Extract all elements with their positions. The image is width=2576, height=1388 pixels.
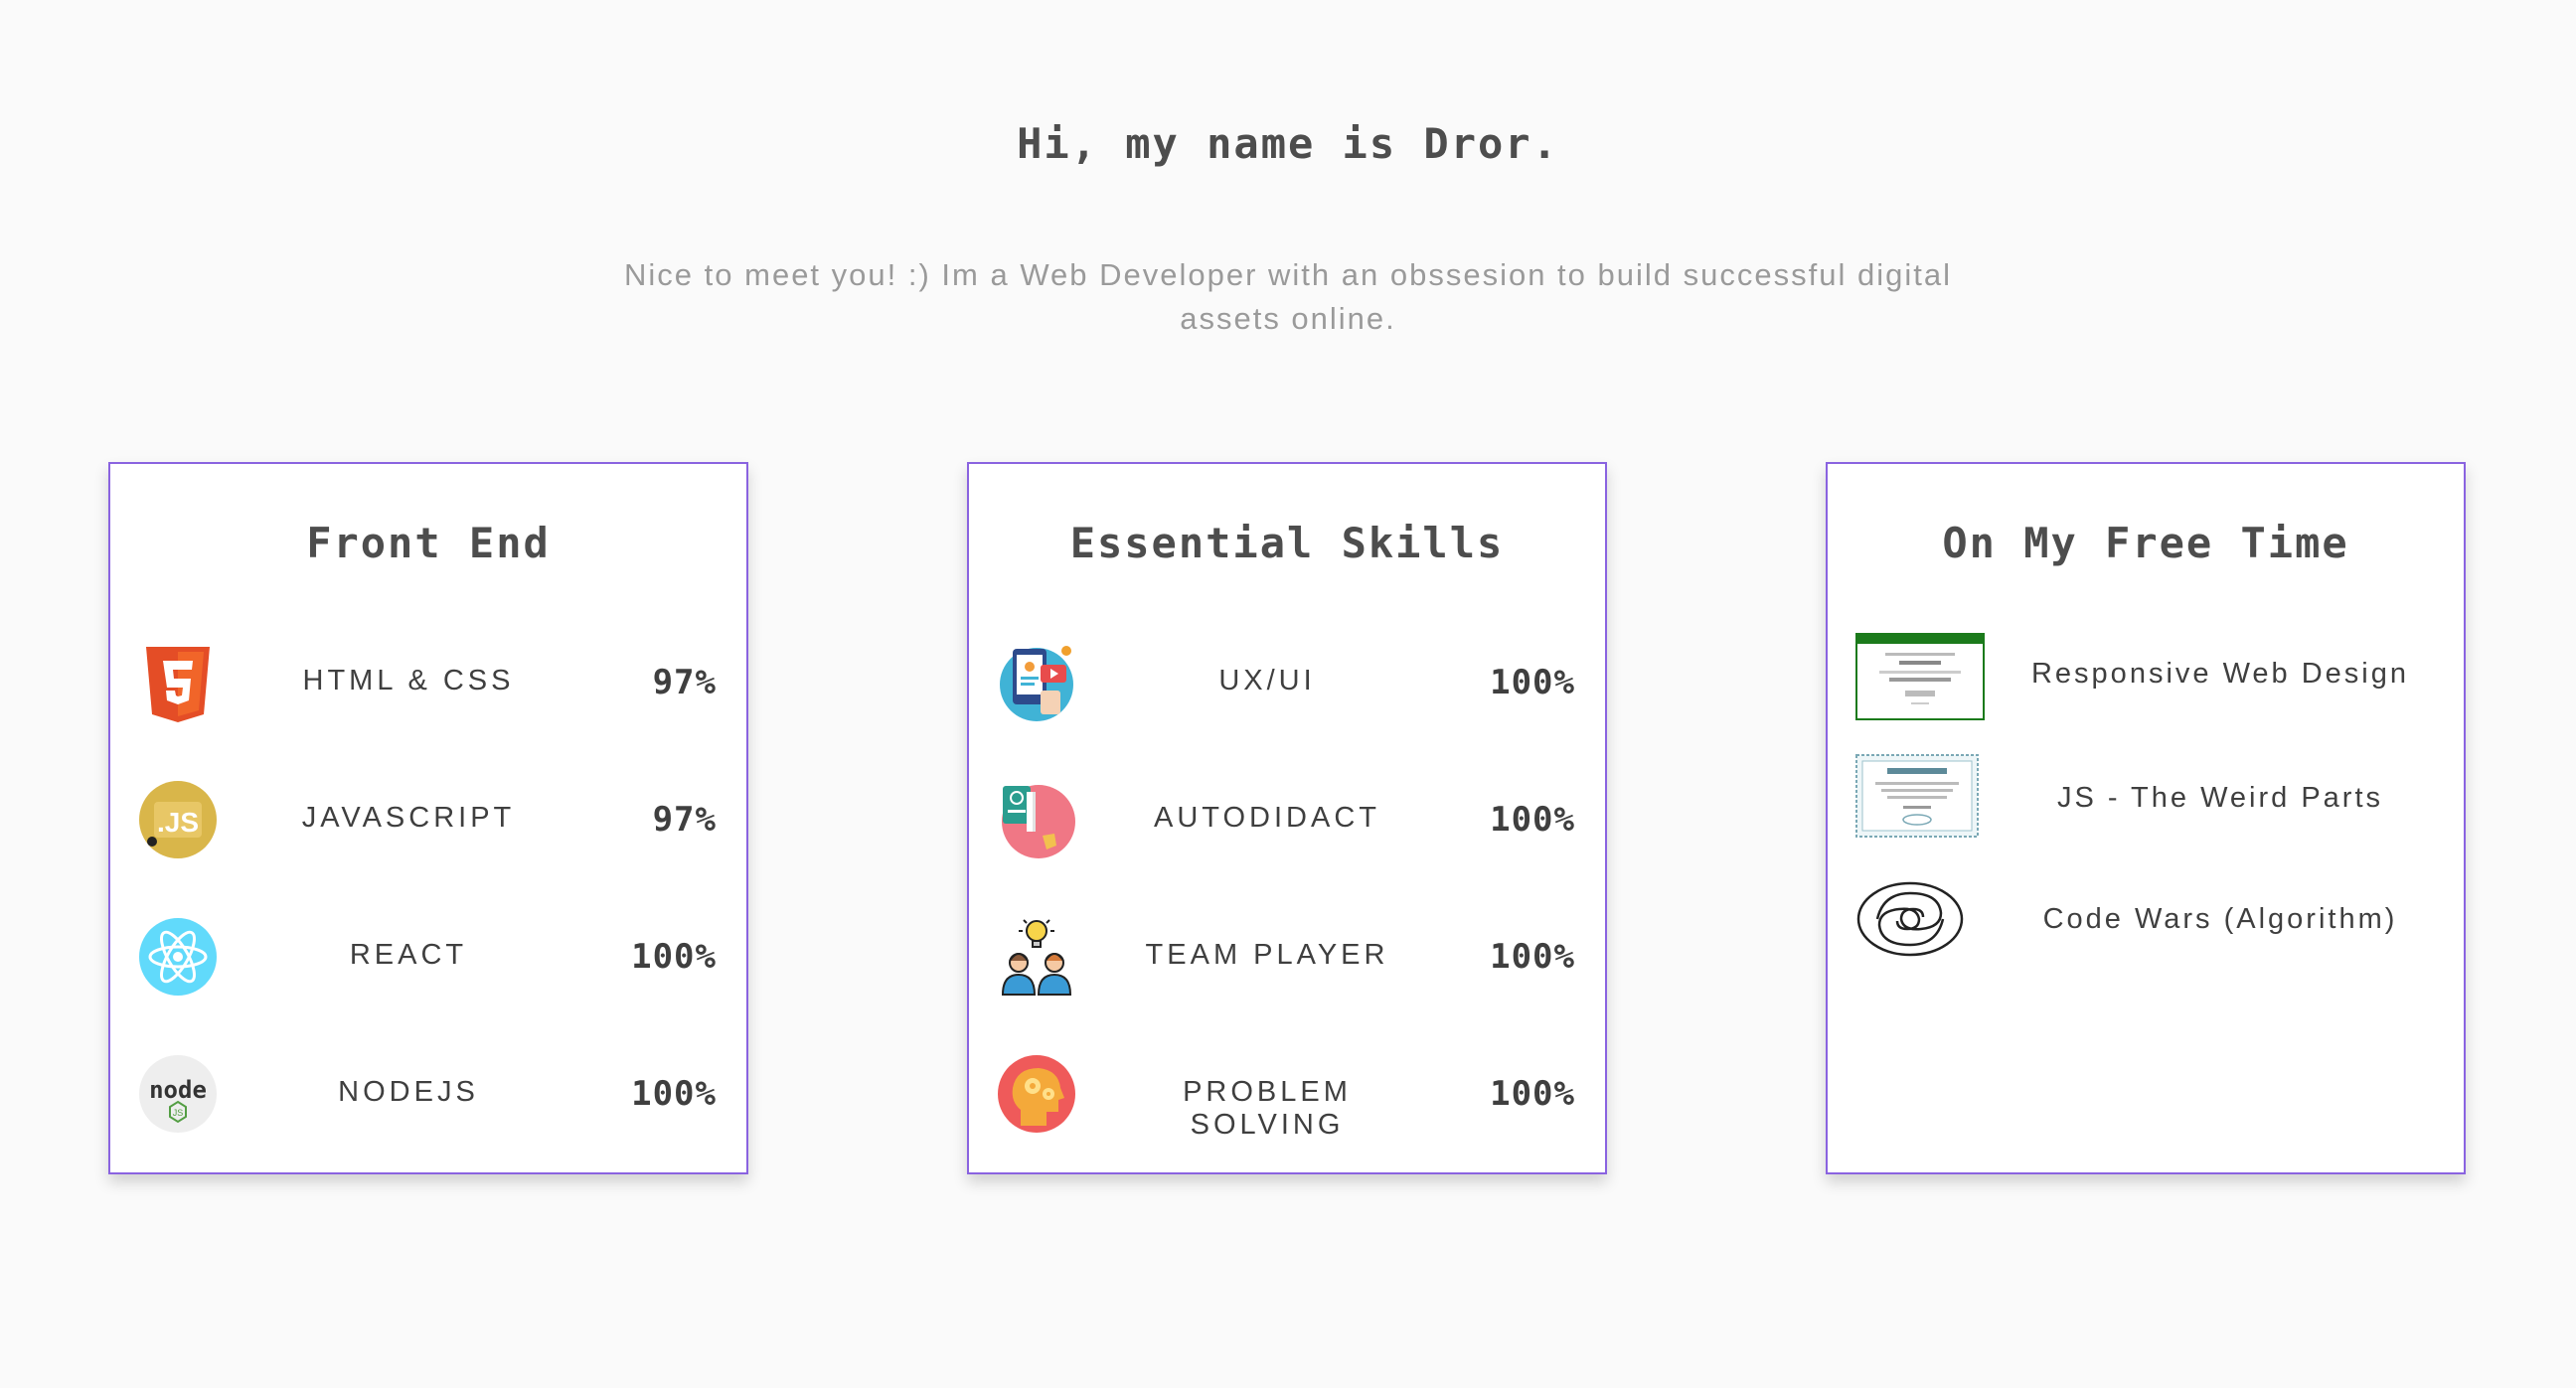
skill-percent: 100% [1490,1074,1575,1114]
front-end-card: Front End HTML & CSS 97% .JS JAVASCRIPT … [108,462,748,1174]
svg-text:node: node [149,1076,207,1104]
skill-row-html-css: HTML & CSS 97% [110,633,746,732]
skill-label: TEAM PLAYER [1145,939,1389,971]
autodidact-icon [997,780,1076,859]
skill-percent: 97% [652,800,717,840]
skill-row-javascript: .JS JAVASCRIPT 97% [110,770,746,869]
page-title: Hi, my name is Dror. [1017,119,1559,168]
skill-percent: 100% [1490,663,1575,702]
codewars-logo-icon [1855,879,1985,959]
ux-ui-icon [997,643,1076,722]
skill-row-ux-ui: UX/UI 100% [969,633,1605,732]
skill-percent: 100% [1490,937,1575,977]
nodejs-icon: node JS [138,1054,218,1134]
free-item-responsive-web-design[interactable]: Responsive Web Design [1828,628,2464,727]
page-subtitle: Nice to meet you! :) Im a Web Developer … [624,257,1952,336]
skill-percent: 100% [1490,800,1575,840]
card-title: Essential Skills [1069,519,1505,567]
skill-row-team-player: TEAM PLAYER 100% [969,907,1605,1006]
skill-label: NODEJS [338,1076,479,1108]
free-item-code-wars[interactable]: Code Wars (Algorithm) [1828,879,2464,979]
team-player-icon [997,917,1076,997]
free-item-js-weird-parts[interactable]: JS - The Weird Parts [1828,752,2464,851]
skill-row-nodejs: node JS NODEJS 100% [110,1044,746,1144]
skill-row-react: REACT 100% [110,907,746,1006]
skill-label: UX/UI [1218,665,1316,696]
free-time-card: On My Free Time Responsive Web Design JS… [1826,462,2466,1174]
javascript-icon: .JS [138,780,218,859]
certificate-thumbnail [1855,754,1985,838]
skill-percent: 100% [631,937,717,977]
react-icon [138,917,218,997]
svg-text:JS: JS [173,1108,184,1118]
essential-skills-card: Essential Skills UX/UI 100% AUTODIDACT 1… [967,462,1607,1174]
skill-label: PROBLEM SOLVING [1183,1076,1352,1141]
free-item-label: Code Wars (Algorithm) [2042,903,2398,935]
html5-icon [138,643,218,722]
skill-label: HTML & CSS [302,665,515,696]
skill-label: AUTODIDACT [1154,802,1380,834]
certificate-thumbnail [1855,633,1985,720]
free-item-label: JS - The Weird Parts [2056,782,2384,814]
skill-label: JAVASCRIPT [301,802,516,834]
free-item-label: Responsive Web Design [2030,658,2410,690]
skill-percent: 97% [652,663,717,702]
problem-solving-icon [997,1054,1076,1134]
svg-text:.JS: .JS [157,807,199,838]
skill-percent: 100% [631,1074,717,1114]
card-title: On My Free Time [1942,519,2349,567]
skill-row-autodidact: AUTODIDACT 100% [969,770,1605,869]
card-title: Front End [306,519,551,567]
skill-label: REACT [349,939,468,971]
skill-row-problem-solving: PROBLEM SOLVING 100% [969,1044,1605,1144]
